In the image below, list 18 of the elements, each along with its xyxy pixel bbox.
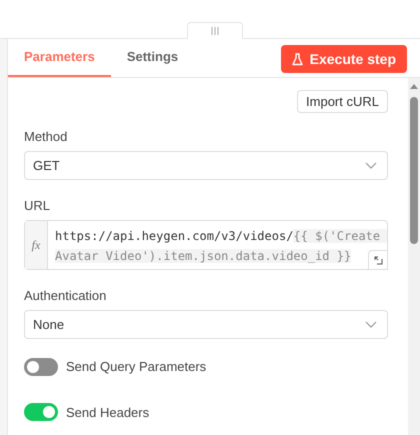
toggle-switch[interactable] [24, 403, 58, 422]
field-label: Authentication [24, 288, 108, 304]
import-curl-button[interactable]: Import cURL [297, 90, 388, 113]
toggle-label: Send Query Parameters [66, 358, 206, 376]
field-label: Method [24, 129, 68, 145]
toggle-label: Send Headers [66, 404, 150, 422]
toggle-switch[interactable] [24, 358, 58, 376]
tab[interactable]: Settings [110, 39, 194, 77]
grip-icon [211, 27, 219, 35]
flask-icon [292, 52, 303, 66]
drag-handle[interactable] [187, 22, 243, 39]
scroll-up-icon[interactable] [410, 84, 418, 89]
scrollbar[interactable] [408, 78, 420, 435]
chevron-down-icon [365, 162, 377, 169]
select-field[interactable]: GET [24, 151, 388, 180]
field-label: URL [24, 198, 52, 214]
select-field[interactable]: None [24, 310, 388, 339]
chevron-down-icon [365, 321, 377, 328]
